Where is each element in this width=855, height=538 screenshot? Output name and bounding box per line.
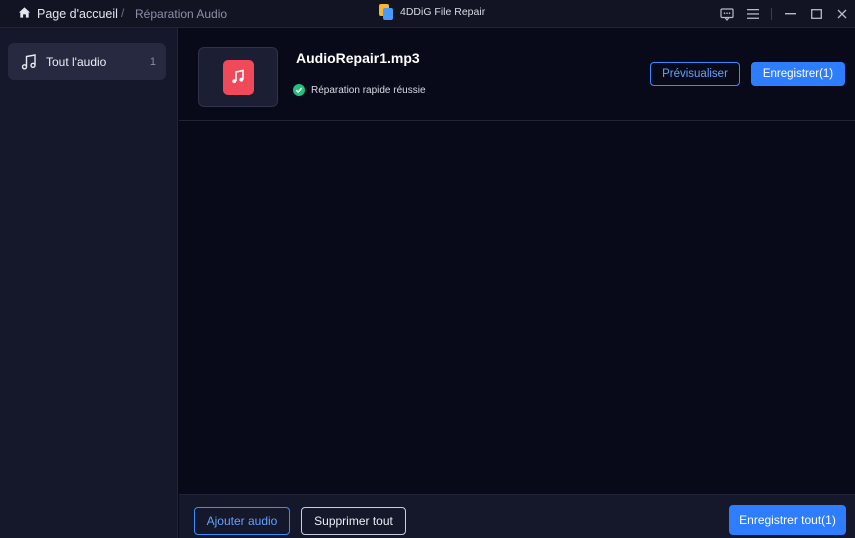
sidebar-item-count: 1: [149, 55, 156, 68]
add-audio-button[interactable]: Ajouter audio: [194, 507, 290, 535]
app-logo-icon: [379, 4, 393, 20]
check-circle-icon: [293, 84, 305, 96]
sidebar-item-all-audio[interactable]: Tout l'audio 1: [8, 43, 166, 80]
title-bar: Page d'accueil / Réparation Audio 4DDiG …: [0, 0, 855, 28]
close-icon[interactable]: [829, 0, 855, 28]
repair-status-label: Réparation rapide réussie: [311, 84, 426, 96]
window-controls-divider: [771, 8, 772, 20]
audio-file-icon: [222, 59, 254, 95]
feedback-icon[interactable]: [714, 0, 740, 28]
breadcrumb-home-label: Page d'accueil: [37, 7, 118, 21]
file-name: AudioRepair1.mp3: [296, 50, 420, 66]
sidebar: Tout l'audio 1: [0, 28, 178, 538]
menu-icon[interactable]: [740, 0, 766, 28]
save-button[interactable]: Enregistrer(1): [751, 62, 845, 86]
home-icon: [18, 6, 31, 22]
breadcrumb-separator: /: [121, 6, 125, 20]
preview-button[interactable]: Prévisualiser: [650, 62, 740, 86]
save-all-button[interactable]: Enregistrer tout(1): [729, 505, 846, 535]
maximize-icon[interactable]: [803, 0, 829, 28]
breadcrumb-current: Réparation Audio: [135, 7, 228, 21]
breadcrumb-home[interactable]: Page d'accueil: [18, 6, 118, 22]
app-window: Page d'accueil / Réparation Audio 4DDiG …: [0, 0, 855, 538]
delete-all-button[interactable]: Supprimer tout: [301, 507, 406, 535]
window-controls: [714, 0, 855, 28]
file-thumbnail: [198, 47, 278, 107]
minimize-icon[interactable]: [777, 0, 803, 28]
sidebar-item-label: Tout l'audio: [46, 54, 107, 69]
music-note-icon: [20, 53, 38, 71]
app-title: 4DDiG File Repair: [379, 4, 485, 20]
app-title-label: 4DDiG File Repair: [400, 6, 486, 18]
bottom-bar: Ajouter audio Supprimer tout Enregistrer…: [179, 494, 855, 538]
file-card: AudioRepair1.mp3 Réparation rapide réuss…: [179, 29, 855, 121]
repair-status: Réparation rapide réussie: [293, 84, 426, 96]
